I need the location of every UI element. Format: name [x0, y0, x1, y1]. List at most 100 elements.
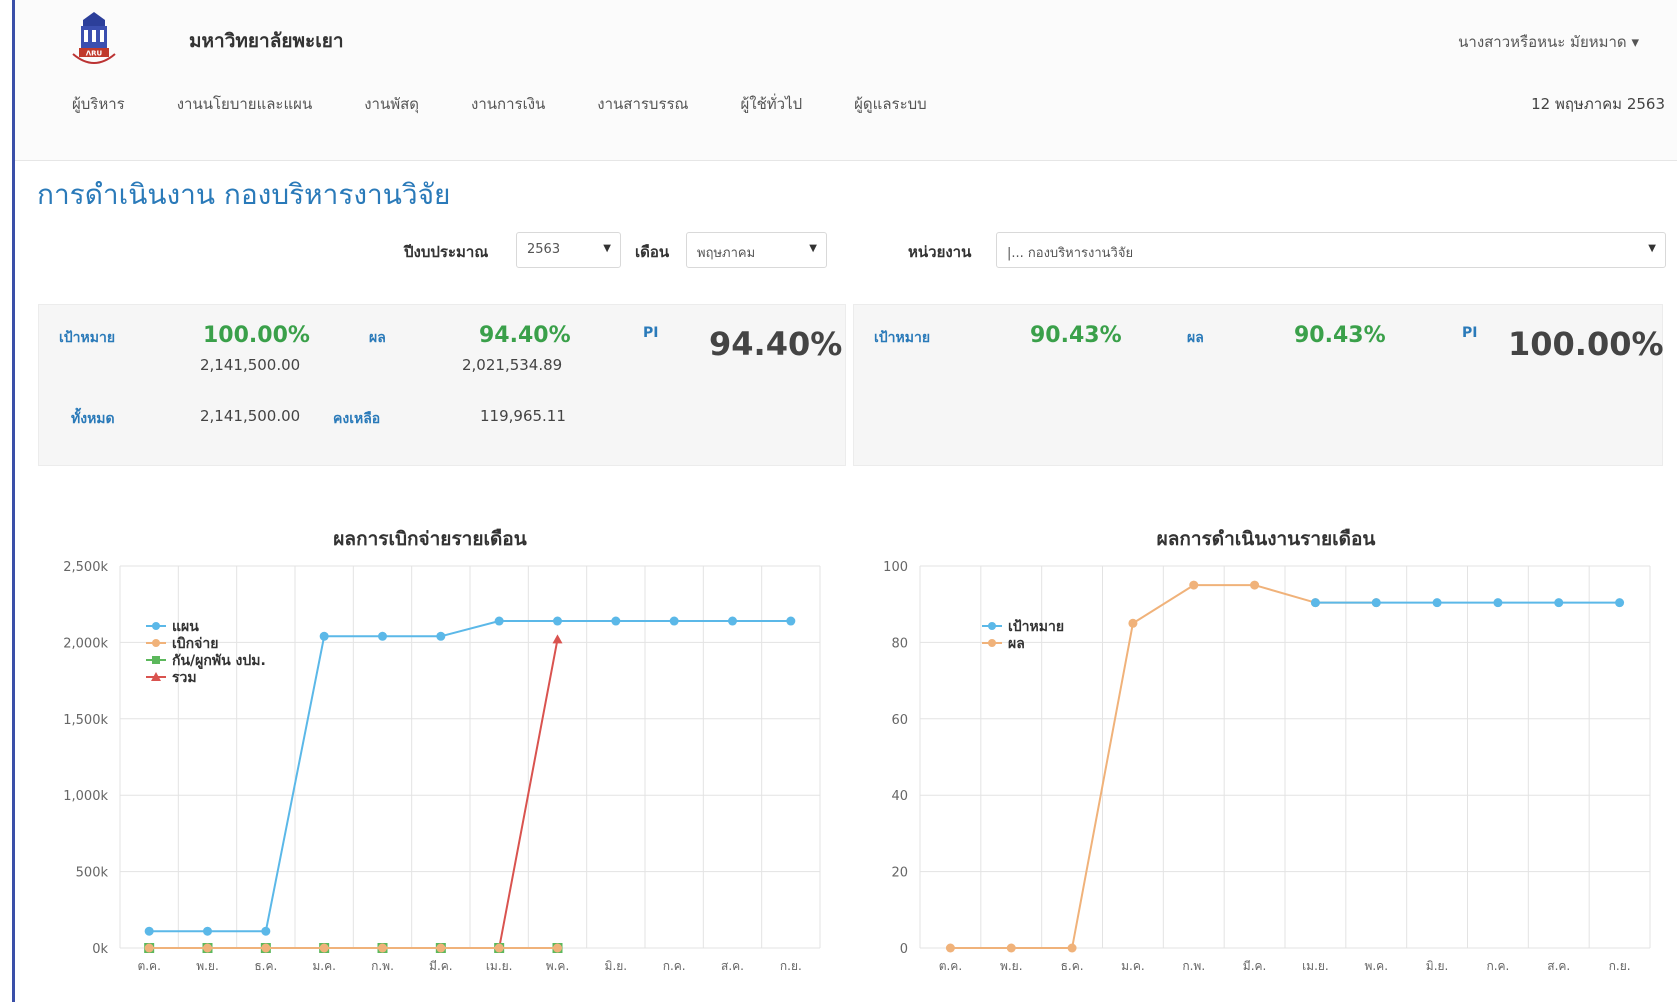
svg-text:ΛRU: ΛRU	[86, 50, 103, 58]
legend-label[interactable]: แผน	[172, 619, 199, 635]
legend-marker	[152, 639, 160, 647]
data-point[interactable]	[436, 943, 446, 953]
data-point[interactable]	[1067, 943, 1077, 953]
caret-down-icon: ▼	[603, 243, 611, 254]
x-tick-label: ธ.ค.	[254, 959, 277, 973]
total-amount: 2,141,500.00	[200, 407, 301, 425]
data-point[interactable]	[611, 616, 621, 626]
caret-down-icon: ▼	[809, 243, 817, 254]
legend-label[interactable]: เป้าหมาย	[1008, 619, 1064, 635]
legend-label[interactable]: ผล	[1008, 636, 1025, 652]
y-tick-label: 1,000k	[63, 789, 108, 804]
nav-finance[interactable]: งานการเงิน	[471, 92, 545, 116]
filter-bar: ปีงบประมาณ 2563 ▼ เดือน พฤษภาคม ▼ หน่วยง…	[0, 232, 1677, 272]
x-tick-label: ก.ย.	[1609, 959, 1631, 973]
data-point[interactable]	[553, 616, 562, 626]
unit-label: หน่วยงาน	[908, 243, 972, 261]
x-tick-label: ส.ค.	[1547, 959, 1570, 973]
nav-executive[interactable]: ผู้บริหาร	[72, 92, 125, 116]
result-amount: 2,021,534.89	[462, 356, 563, 374]
year-value: 2563	[527, 242, 561, 257]
data-point[interactable]	[494, 616, 504, 626]
x-tick-label: ก.พ.	[1182, 959, 1205, 973]
data-point[interactable]	[319, 943, 329, 953]
month-select[interactable]: พฤษภาคม ▼	[686, 232, 827, 268]
data-point[interactable]	[728, 616, 737, 626]
remain-label: คงเหลือ	[333, 411, 381, 427]
data-point[interactable]	[319, 631, 329, 641]
month-label: เดือน	[635, 243, 670, 261]
x-tick-label: ก.ย.	[780, 959, 802, 973]
legend-label[interactable]: กัน/ผูกพัน งปม.	[172, 653, 266, 669]
performance-summary-panel: เป้าหมาย 90.43% ผล 90.43% PI 100.00%	[853, 304, 1664, 466]
month-value: พฤษภาคม	[697, 246, 756, 261]
data-point[interactable]	[1371, 598, 1381, 608]
target-percent: 100.00%	[203, 323, 310, 348]
legend-marker	[988, 639, 996, 647]
main-nav: ผู้บริหาร งานนโยบายและแผน งานพัสดุ งานกา…	[72, 92, 979, 116]
data-point[interactable]	[553, 943, 562, 953]
x-tick-label: เม.ย.	[486, 959, 513, 973]
data-point[interactable]	[1615, 598, 1625, 608]
year-select[interactable]: 2563 ▼	[516, 232, 621, 268]
user-menu[interactable]: นางสาวหรือหนะ มัยหมาด ▾	[1458, 30, 1639, 54]
x-tick-label: พ.ค.	[1364, 959, 1388, 973]
data-point[interactable]	[378, 631, 387, 641]
current-date: 12 พฤษภาคม 2563	[1531, 95, 1665, 113]
data-point[interactable]	[1250, 580, 1260, 590]
user-name: นางสาวหรือหนะ มัยหมาด	[1458, 33, 1627, 51]
result-percent: 94.40%	[479, 323, 571, 348]
x-tick-label: มี.ค.	[1243, 959, 1267, 973]
legend-marker	[152, 622, 160, 630]
data-point[interactable]	[144, 943, 154, 953]
data-point[interactable]	[1189, 580, 1199, 590]
data-point[interactable]	[1006, 943, 1016, 953]
y-tick-label: 0k	[92, 942, 108, 957]
total-label: ทั้งหมด	[71, 411, 115, 427]
x-tick-label: ม.ค.	[1121, 959, 1145, 973]
data-point[interactable]	[494, 943, 504, 953]
x-tick-label: พ.ย.	[1000, 959, 1023, 973]
unit-value: |... กองบริหารงานวิจัย	[1007, 246, 1134, 261]
top-header: ΛRU มหาวิทยาลัยพะเยา นางสาวหรือหนะ มัยหม…	[15, 0, 1677, 161]
nav-document[interactable]: งานสารบรรณ	[597, 92, 688, 116]
data-point[interactable]	[1493, 598, 1503, 608]
y-tick-label: 40	[891, 789, 908, 804]
nav-policy-plan[interactable]: งานนโยบายและแผน	[177, 92, 312, 116]
legend-label[interactable]: รวม	[172, 670, 197, 686]
y-tick-label: 2,500k	[63, 560, 108, 575]
nav-procurement[interactable]: งานพัสดุ	[364, 92, 419, 116]
x-tick-label: ก.พ.	[371, 959, 394, 973]
x-tick-label: ก.ค.	[663, 959, 686, 973]
data-point[interactable]	[144, 926, 154, 936]
data-point[interactable]	[378, 943, 387, 953]
data-point[interactable]	[261, 943, 271, 953]
y-tick-label: 1,500k	[63, 713, 108, 728]
data-point[interactable]	[1128, 618, 1138, 628]
result-label: ผล	[369, 330, 386, 346]
data-point[interactable]	[203, 943, 212, 953]
remain-amount: 119,965.11	[480, 407, 566, 425]
nav-general-user[interactable]: ผู้ใช้ทั่วไป	[740, 92, 802, 116]
budget-summary-panel: เป้าหมาย 100.00% 2,141,500.00 ผล 94.40% …	[38, 304, 846, 466]
y-tick-label: 60	[891, 713, 908, 728]
target-label: เป้าหมาย	[874, 330, 931, 346]
data-point[interactable]	[1432, 598, 1442, 608]
data-point[interactable]	[669, 616, 679, 626]
data-point[interactable]	[203, 926, 212, 936]
data-point[interactable]	[786, 616, 796, 626]
nav-admin[interactable]: ผู้ดูแลระบบ	[854, 92, 927, 116]
data-point[interactable]	[1554, 598, 1564, 608]
y-tick-label: 100	[883, 560, 908, 575]
data-point[interactable]	[1310, 598, 1320, 608]
data-point[interactable]	[436, 631, 446, 641]
unit-select[interactable]: |... กองบริหารงานวิจัย ▼	[996, 232, 1666, 268]
page-title: การดำเนินงาน กองบริหารงานวิจัย	[37, 178, 451, 211]
y-tick-label: 0	[900, 942, 908, 957]
data-point[interactable]	[552, 634, 563, 644]
legend-marker	[152, 656, 160, 664]
data-point[interactable]	[945, 943, 955, 953]
legend-label[interactable]: เบิกจ่าย	[172, 636, 218, 652]
data-point[interactable]	[261, 926, 271, 936]
university-name: มหาวิทยาลัยพะเยา	[189, 30, 344, 52]
